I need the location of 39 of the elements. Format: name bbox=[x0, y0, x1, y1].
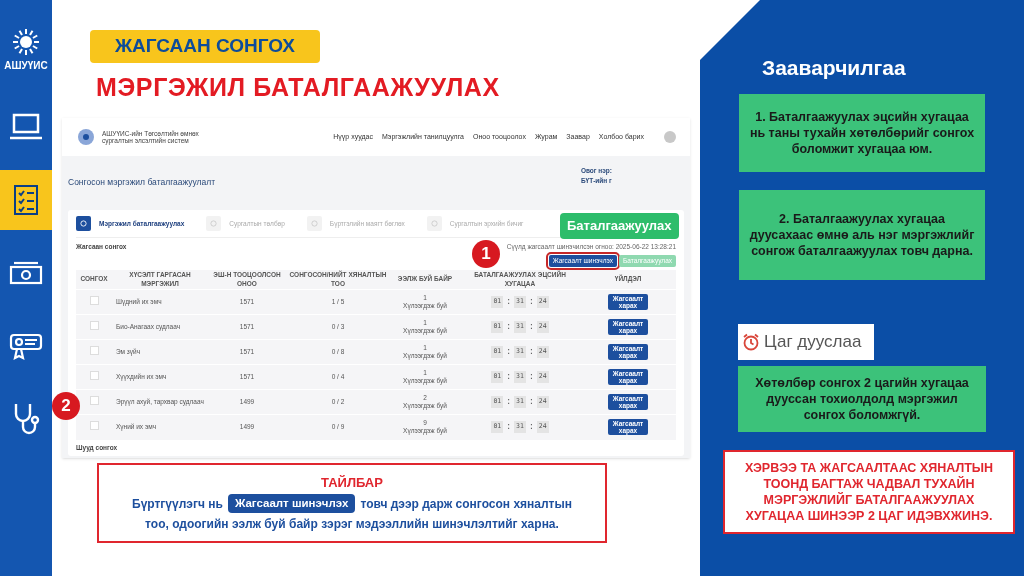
timer-separator: : bbox=[506, 296, 512, 308]
logo-text: АШУҮИС bbox=[4, 59, 48, 73]
logo-icon bbox=[12, 28, 40, 56]
timer-separator: : bbox=[506, 346, 512, 358]
checkbox[interactable] bbox=[89, 371, 99, 381]
site-logo-icon bbox=[76, 127, 96, 147]
checkbox[interactable] bbox=[89, 296, 99, 306]
instruction-box: 1. Баталгаажуулах эцсийн хугацаа нь таны тухайн хөтөлбөрийг сонгох боломжит хугацаа юм. bbox=[739, 93, 985, 172]
section-badge: ЖАГСААН СОНГОХ bbox=[90, 30, 320, 63]
timer-separator: : bbox=[528, 396, 534, 408]
checkbox[interactable] bbox=[89, 346, 99, 356]
timer-separator: : bbox=[506, 396, 512, 408]
step-marker: 2 bbox=[52, 392, 80, 420]
avatar-icon[interactable] bbox=[664, 131, 676, 143]
note-text: Бүртгүүлэгч нь bbox=[132, 495, 223, 513]
instruction-box: Хөтөлбөр сонгох 2 цагийн хугацаа дууссан тохиолдолд мэргэжил сонгох боломжгүй. bbox=[738, 365, 986, 432]
panel-heading: Зааварчилгаа bbox=[762, 55, 906, 81]
timer-separator: : bbox=[528, 321, 534, 333]
note-title: ТАЙЛБАР bbox=[321, 473, 383, 492]
note-text: товч дээр дарж сонгосон хяналтын bbox=[360, 495, 572, 513]
checkbox[interactable] bbox=[89, 421, 99, 431]
checklist-icon[interactable] bbox=[0, 170, 52, 230]
timer-separator: : bbox=[528, 421, 534, 434]
page-title: Сонгосон мэргэжил баталгаажуулалт bbox=[68, 176, 216, 189]
checkbox[interactable] bbox=[89, 396, 99, 406]
timer-separator: : bbox=[506, 421, 512, 434]
checkbox[interactable] bbox=[89, 321, 99, 331]
alarm-clock-icon bbox=[742, 332, 760, 351]
note-text: тоо, одоогийн ээлж буй байр зэрэг мэдээллийн шинэчлэлтийг харна. bbox=[145, 516, 559, 534]
timer-separator: : bbox=[506, 371, 512, 383]
slide-title: МЭРГЭЖИЛ БАТАЛГААЖУУЛАХ bbox=[95, 71, 501, 103]
timer-separator: : bbox=[506, 321, 512, 333]
timer-separator: : bbox=[528, 346, 534, 358]
callout-label: Баталгаажуулах bbox=[560, 213, 679, 239]
expired-text: Цаг дууслаа bbox=[764, 330, 862, 353]
timer-separator: : bbox=[528, 296, 534, 308]
timer-separator: : bbox=[528, 371, 534, 383]
warning-box: ХЭРВЭЭ ТА ЖАГСААЛТААС ХЯНАЛТЫН ТООНД БАГТАЖ ЧАДВАЛ ТУХАЙН МЭРГЭЖЛИЙГ БАТАЛГААЖУУЛАХ ХУГАЦАА ШИНЭЭР 2 ЦАГ ИДЭВХЖИНЭ. bbox=[723, 449, 1015, 534]
instruction-box: 2. Баталгаажуулах хугацаа дуусахаас өмнө аль нэг мэргэжлийг сонгож баталгаажуулах товч дарна. bbox=[739, 189, 985, 280]
